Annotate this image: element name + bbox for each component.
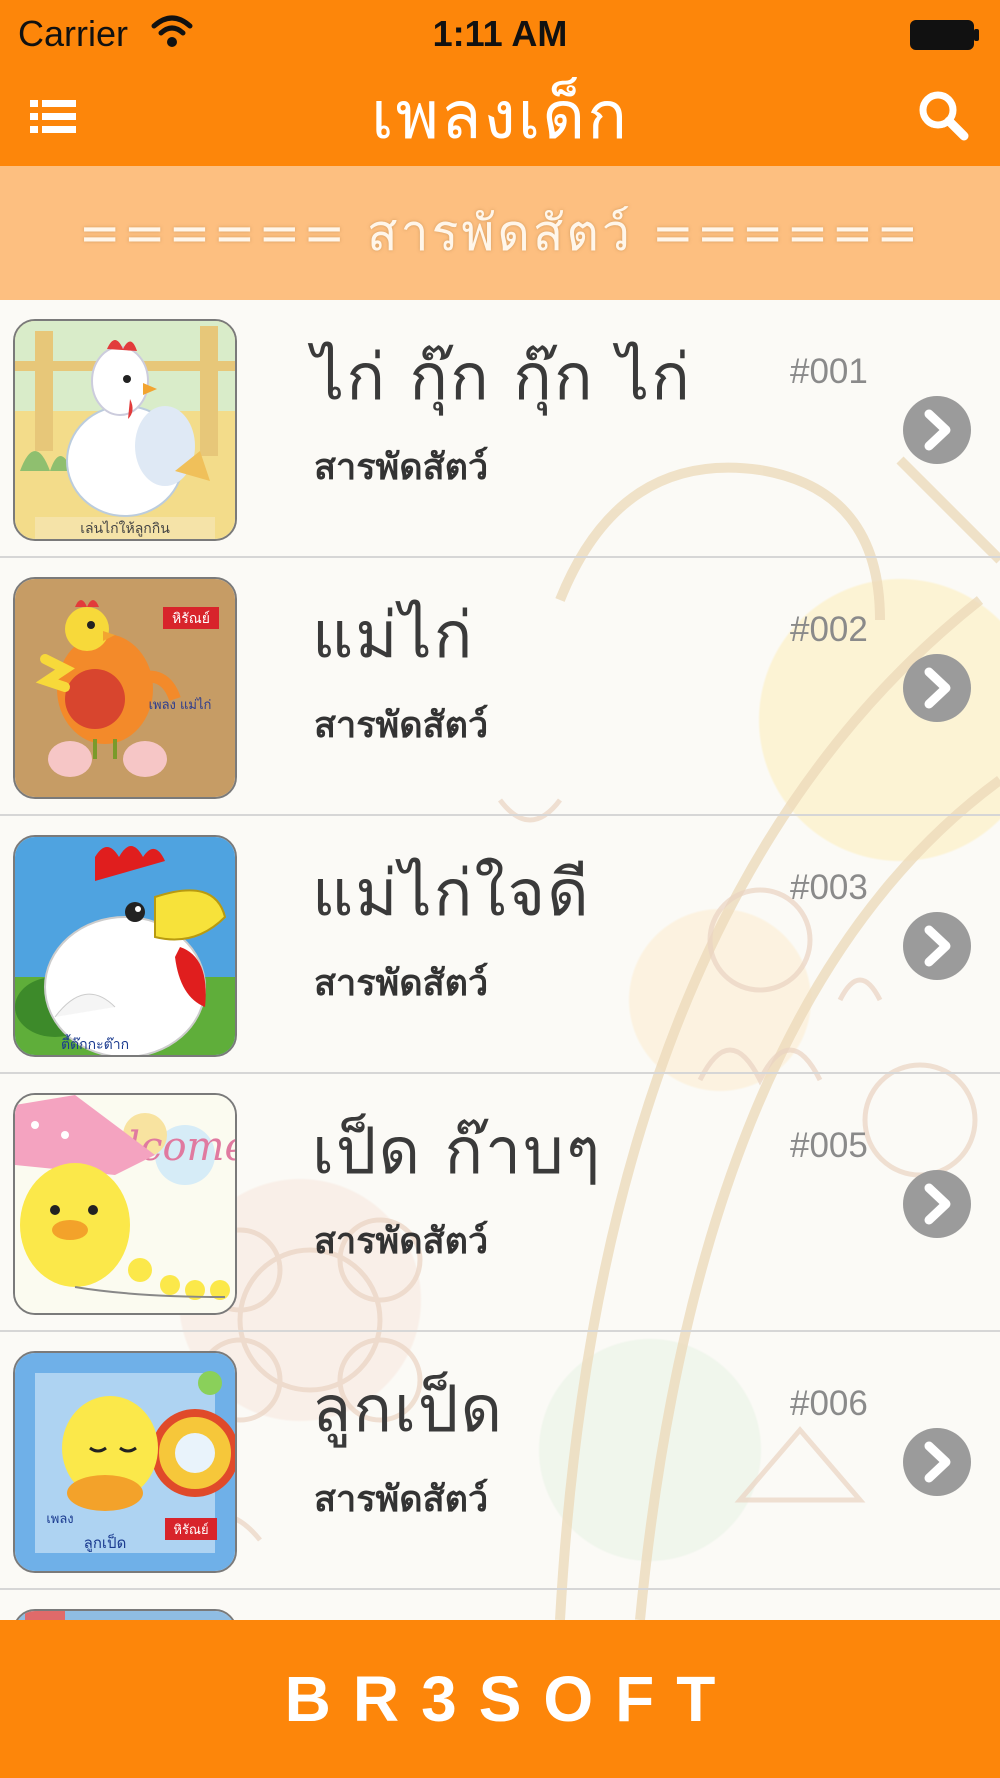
song-category: สารพัดสัตว์ [314, 1221, 489, 1262]
list-item-partial[interactable] [0, 1590, 1000, 1620]
svg-text:ตี้ต๊กกะต๊าก: ตี้ต๊กกะต๊าก [61, 1034, 129, 1053]
footer-brand: BR3SOFT [284, 1663, 738, 1735]
list-item[interactable]: Welcome! เป็ด ก๊าบๆ สารพัดสัตว์ # [0, 1074, 1000, 1332]
chevron-right-icon[interactable] [902, 1427, 972, 1497]
list-item[interactable]: ตี้ต๊กกะต๊าก แม่ไก่ใจดี สารพัดสัตว์ #003 [0, 816, 1000, 1074]
song-category: สารพัดสัตว์ [314, 1479, 489, 1520]
song-title: แม่ไก่ใจดี [312, 857, 591, 931]
top-bar: Carrier 1:11 AM เพลงเด็ก [0, 0, 1000, 166]
song-number: #005 [790, 1126, 868, 1165]
status-bar: Carrier 1:11 AM [0, 0, 1000, 66]
search-icon[interactable] [910, 82, 978, 150]
chevron-right-icon[interactable] [902, 395, 972, 465]
app-screen: Carrier 1:11 AM เพลงเด็ก ====== สารพัดสั… [0, 0, 1000, 1778]
list-item[interactable]: เล่นไก่ให้ลูกกิน ไก่ กุ๊ก กุ๊ก ไก่ สารพั… [0, 300, 1000, 558]
svg-text:ลูกเป็ด: ลูกเป็ด [84, 1533, 127, 1552]
song-number: #002 [790, 610, 868, 649]
song-list[interactable]: เล่นไก่ให้ลูกกิน ไก่ กุ๊ก กุ๊ก ไก่ สารพั… [0, 300, 1000, 1620]
chevron-right-icon[interactable] [902, 1169, 972, 1239]
song-title: เป็ด ก๊าบๆ [312, 1115, 603, 1189]
song-category: สารพัดสัตว์ [314, 705, 489, 746]
song-thumbnail: หิรัณย์ เพลง ลูกเป็ด [13, 1351, 237, 1573]
song-category: สารพัดสัตว์ [314, 963, 489, 1004]
song-thumbnail: ตี้ต๊กกะต๊าก [13, 835, 237, 1057]
song-thumbnail: หิรัณย์ เพลง แม่ไก่ [13, 577, 237, 799]
song-title: แม่ไก่ [312, 599, 475, 673]
svg-text:หิรัณย์: หิรัณย์ [172, 610, 210, 627]
nav-bar: เพลงเด็ก [0, 66, 1000, 166]
song-category: สารพัดสัตว์ [314, 447, 489, 488]
chevron-right-icon[interactable] [902, 653, 972, 723]
section-title: ====== สารพัดสัตว์ ====== [78, 204, 922, 262]
list-icon[interactable] [22, 86, 84, 146]
song-number: #001 [790, 352, 868, 391]
svg-text:เล่นไก่ให้ลูกกิน: เล่นไก่ให้ลูกกิน [80, 520, 170, 537]
song-number: #003 [790, 868, 868, 907]
song-title: ไก่ กุ๊ก กุ๊ก ไก่ [312, 341, 692, 415]
song-thumbnail [13, 1609, 237, 1620]
status-time: 1:11 AM [432, 13, 568, 54]
song-title: ลูกเป็ด [312, 1373, 505, 1447]
battery-icon [910, 20, 979, 50]
page-title: เพลงเด็ก [370, 77, 630, 154]
chevron-right-icon[interactable] [902, 911, 972, 981]
section-header: ====== สารพัดสัตว์ ====== [0, 166, 1000, 300]
svg-text:หิรัณย์: หิรัณย์ [173, 1522, 208, 1538]
footer-banner[interactable]: BR3SOFT [0, 1620, 1000, 1778]
list-item[interactable]: หิรัณย์ เพลง ลูกเป็ด ลูกเป็ด สารพัดสัตว์… [0, 1332, 1000, 1590]
svg-text:เพลง แม่ไก่: เพลง แม่ไก่ [149, 697, 212, 713]
song-number: #006 [790, 1384, 868, 1423]
list-item[interactable]: หิรัณย์ เพลง แม่ไก่ แม่ไก่ สารพัดสัตว์ #… [0, 558, 1000, 816]
song-thumbnail: Welcome! [13, 1093, 237, 1315]
svg-text:เพลง: เพลง [46, 1512, 73, 1527]
song-thumbnail: เล่นไก่ให้ลูกกิน [13, 319, 237, 541]
